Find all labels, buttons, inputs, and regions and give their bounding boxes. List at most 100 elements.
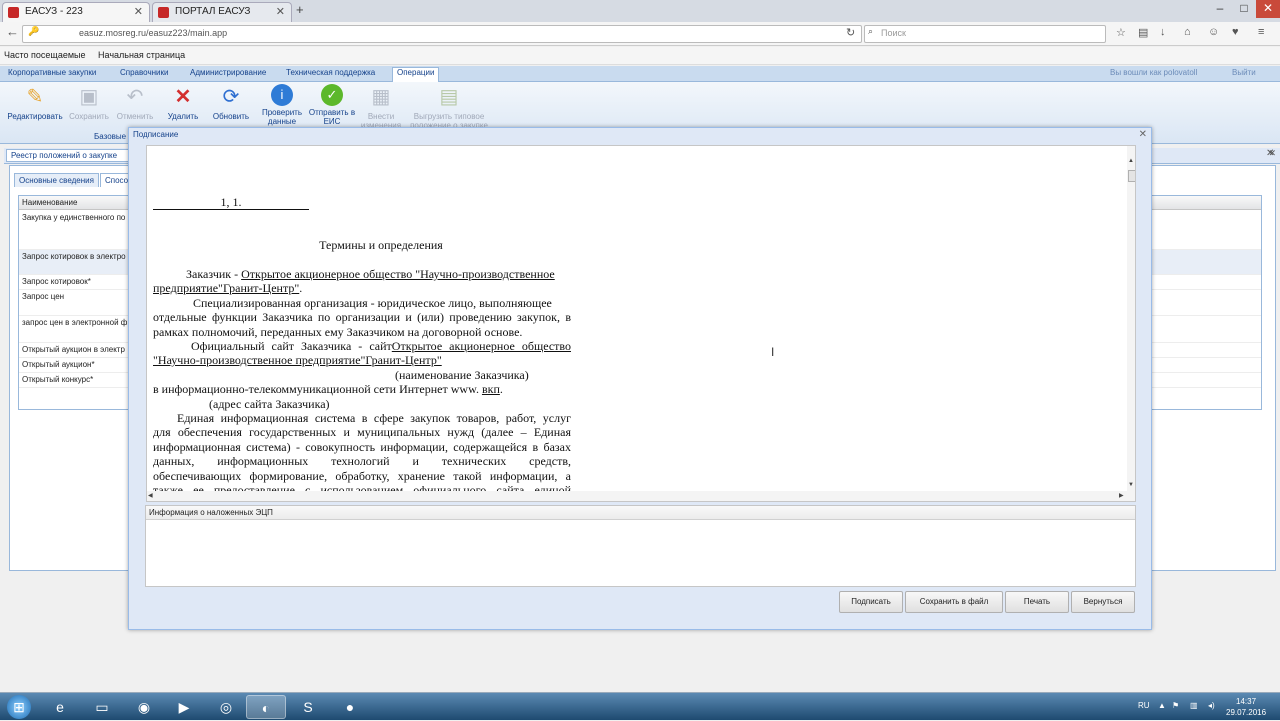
scroll-left-icon[interactable]: ◀	[148, 492, 153, 499]
floppy-icon: ▣	[79, 86, 99, 108]
doc-text-underlined: Открытое акционерное общество	[391, 339, 571, 354]
make-changes-button[interactable]: ▦ Внести изменения	[354, 84, 408, 130]
menu-references[interactable]: Справочники	[116, 68, 172, 77]
scroll-thumb[interactable]	[1128, 170, 1135, 182]
tab-basic-info[interactable]: Основные сведения	[14, 173, 99, 187]
dialog-close-icon[interactable]: ✕	[1139, 129, 1147, 140]
delete-icon: ✕	[174, 86, 192, 108]
doc-text-underlined: Открытое акционерное общество "Научно-пр…	[241, 267, 555, 281]
minimize-window-icon[interactable]: –	[1208, 0, 1232, 18]
pencil-icon: ✎	[26, 86, 44, 108]
doc-text: рамках полномочий, переданных ему Заказч…	[153, 324, 523, 339]
bookmark-home[interactable]: Начальная страница	[98, 50, 185, 60]
menu-administration[interactable]: Администрирование	[186, 68, 270, 77]
bookmarks-bar: Часто посещаемые Начальная страница	[0, 47, 1280, 65]
tray-network-icon[interactable]: ▥	[1190, 701, 1198, 710]
doc-text: в информационно-телекоммуникационной сет…	[153, 382, 479, 397]
document-viewer[interactable]: 1, 1. Термины и определения Заказчик - О…	[146, 145, 1136, 502]
print-button[interactable]: Печать	[1005, 591, 1069, 613]
reading-list-icon[interactable]: ▤	[1138, 26, 1148, 39]
skype-icon[interactable]: S	[288, 695, 328, 719]
reload-icon[interactable]: ↻	[846, 26, 855, 39]
refresh-label: Обновить	[212, 112, 250, 121]
sign-button[interactable]: Подписать	[839, 591, 903, 613]
vertical-scrollbar[interactable]: ▲ ▼	[1127, 146, 1135, 491]
search-field[interactable]: Поиск	[864, 25, 1106, 43]
scroll-down-icon[interactable]: ▼	[1128, 482, 1134, 488]
menu-corporate-purchases[interactable]: Корпоративные закупки	[4, 68, 100, 77]
browser-tab-bar: ЕАСУЗ - 223 ✕ ПОРТАЛ ЕАСУЗ ✕ + – □ ✕	[0, 0, 1280, 22]
scroll-up-icon[interactable]: ▲	[1128, 158, 1134, 164]
refresh-button[interactable]: ⟳ Обновить	[200, 84, 262, 121]
doc-text: для обеспечения государственных и муници…	[153, 425, 571, 440]
language-indicator[interactable]: RU	[1138, 701, 1150, 710]
scroll-right-icon[interactable]: ▶	[1119, 492, 1124, 499]
doc-text-underlined: "Научно-производственное предприятие"Гра…	[153, 353, 442, 368]
check-data-label: Проверить данные	[261, 108, 302, 126]
info-icon: i	[271, 84, 293, 106]
download-icon[interactable]: ↓	[1160, 26, 1166, 38]
horizontal-scrollbar[interactable]: ◀ ▶	[147, 491, 1135, 501]
browser-tab-easuz[interactable]: ЕАСУЗ - 223 ✕	[2, 2, 150, 22]
check-data-button[interactable]: i Проверить данные	[254, 84, 310, 126]
obs-icon[interactable]: ●	[330, 695, 370, 719]
search-icon: ⌕	[868, 26, 874, 36]
send-to-eis-button[interactable]: ✓ Отправить в ЕИС	[304, 84, 360, 126]
bookmark-frequent[interactable]: Часто посещаемые	[4, 50, 86, 60]
home-icon[interactable]: ⌂	[1184, 26, 1191, 38]
tray-flag-icon[interactable]: ⚑	[1172, 701, 1179, 710]
doc-text: обеспечивающих формирование, обработку, …	[153, 468, 571, 483]
lock-icon: 🔑	[28, 26, 40, 36]
tray-arrow-icon[interactable]: ▲	[1158, 701, 1166, 710]
pocket-icon[interactable]: ♥	[1232, 26, 1239, 38]
refresh-icon: ⟳	[222, 86, 240, 108]
maximize-window-icon[interactable]: □	[1232, 0, 1256, 18]
close-panel-icon[interactable]: ✕	[1266, 148, 1274, 159]
chat-icon[interactable]: ☺	[1208, 26, 1219, 38]
doc-text: данных, информационных технологий и техн…	[153, 454, 571, 469]
export-template-button[interactable]: ▤ Выгрузить типовое положение о закупке	[406, 84, 492, 130]
close-tab-icon[interactable]: ✕	[134, 5, 143, 18]
system-clock[interactable]: 14:37 29.07.2016	[1226, 696, 1266, 718]
check-icon: ✓	[321, 84, 343, 106]
doc-link: вкп	[481, 382, 500, 397]
doc-text: Официальный сайт Заказчика - сайт	[191, 339, 392, 354]
save-to-file-button[interactable]: Сохранить в файл	[905, 591, 1003, 613]
signature-info-panel: Информация о наложенных ЭЦП	[145, 505, 1136, 587]
url-field[interactable]: easuz.mosreg.ru/easuz223/main.app	[22, 25, 862, 43]
browser-nav-bar: ← easuz.mosreg.ru/easuz223/main.app 🔑 ↻ …	[0, 22, 1280, 46]
new-tab-plus-icon[interactable]: +	[296, 2, 304, 17]
bookmark-star-icon[interactable]: ☆	[1116, 26, 1126, 39]
menu-hamburger-icon[interactable]: ≡	[1258, 26, 1264, 38]
menu-operations[interactable]: Операции	[392, 67, 440, 82]
dialog-header: Подписание ✕	[129, 128, 1151, 142]
player-icon[interactable]: ▶	[164, 695, 204, 719]
user-info: Вы вошли как polovatoll	[1110, 68, 1198, 77]
explorer-icon[interactable]: ▭	[82, 695, 122, 719]
grid-icon: ▦	[371, 86, 391, 108]
browser-tab-portal[interactable]: ПОРТАЛ ЕАСУЗ ✕	[152, 2, 292, 22]
search-placeholder: Поиск	[881, 28, 906, 38]
undo-label: Отменить	[116, 112, 154, 121]
edit-button[interactable]: ✎ Редактировать	[4, 84, 66, 121]
edit-label: Редактировать	[7, 112, 63, 121]
close-window-icon[interactable]: ✕	[1256, 0, 1280, 18]
tray-volume-icon[interactable]: ◂)	[1208, 701, 1215, 710]
close-tab-icon[interactable]: ✕	[276, 5, 285, 18]
chrome-icon[interactable]: ◎	[206, 695, 246, 719]
ie-icon[interactable]: e	[40, 695, 80, 719]
firefox-icon[interactable]: ◐	[246, 695, 286, 719]
doc-text: Заказчик -	[186, 267, 239, 281]
url-text: easuz.mosreg.ru/easuz223/main.app	[79, 28, 228, 38]
back-button[interactable]: Вернуться	[1071, 591, 1135, 613]
media-icon[interactable]: ◉	[124, 695, 164, 719]
tab-registry[interactable]: Реестр положений о закупке	[6, 149, 135, 162]
start-orb-icon[interactable]: ⊞	[0, 693, 38, 721]
delete-label: Удалить	[167, 112, 199, 121]
back-arrow-icon[interactable]: ←	[6, 24, 19, 39]
doc-text-underlined: предприятие"Гранит-Центр"	[153, 281, 300, 296]
save-label: Сохранить	[69, 112, 109, 121]
menu-tech-support[interactable]: Техническая поддержка	[282, 68, 379, 77]
logout-link[interactable]: Выйти	[1232, 68, 1256, 77]
browser-tab-title: ЕАСУЗ - 223	[25, 6, 83, 17]
